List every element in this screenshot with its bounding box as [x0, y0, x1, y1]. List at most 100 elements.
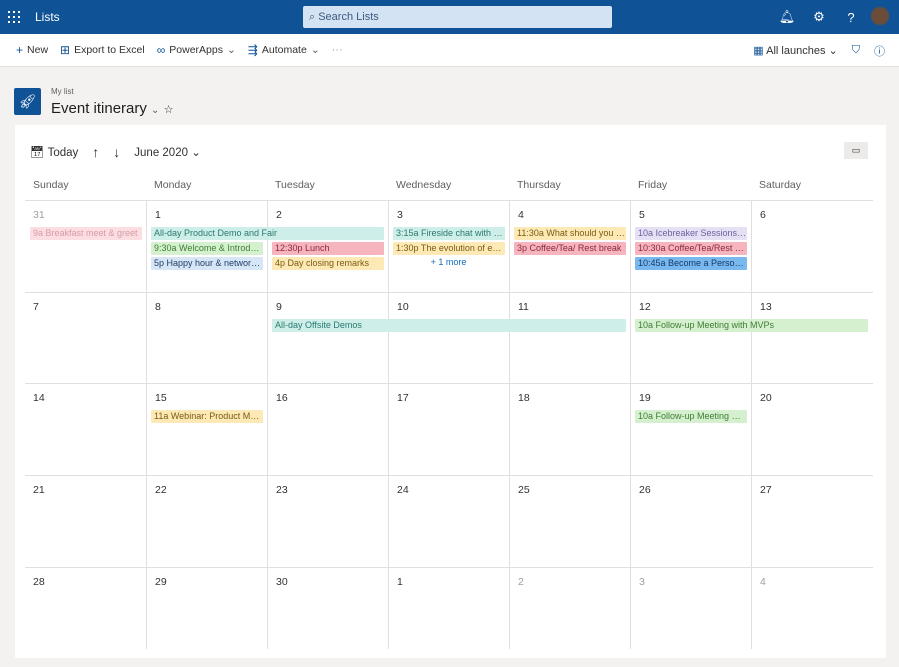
calendar-week-row: 21 22 23 24 25 26 27: [25, 475, 873, 567]
calendar-day-cell[interactable]: 1: [388, 568, 509, 649]
calendar-event[interactable]: 10:45a Become a Person of...: [635, 257, 747, 270]
calendar-card: 📅︎ Today ↑ ↓ June 2020 ⌄ ▭ Sunday Monday T…: [15, 125, 886, 658]
command-icon: ∞: [156, 43, 166, 57]
app-name[interactable]: Lists: [35, 10, 60, 24]
calendar-event[interactable]: 9:30a Welcome & Introducti...: [151, 242, 263, 255]
app-launcher-icon[interactable]: [8, 11, 20, 23]
calendar-event[interactable]: 5p Happy hour & networking: [151, 257, 263, 270]
more-commands-button[interactable]: ···: [332, 44, 343, 56]
calendar-event[interactable]: 3:15a Fireside chat with Jason: [393, 227, 505, 240]
calendar-day-cell[interactable]: 19: [630, 384, 751, 475]
day-number: 18: [518, 392, 530, 404]
search-input[interactable]: ⌕ Search Lists: [303, 6, 612, 28]
calendar-day-cell[interactable]: 28: [25, 568, 146, 649]
weekday-header: Tuesday: [275, 179, 315, 191]
calendar-day-cell[interactable]: 12: [630, 293, 751, 383]
calendar-day-cell[interactable]: 7: [25, 293, 146, 383]
day-number: 15: [155, 392, 167, 404]
page-title[interactable]: Event itinerary ⌄ ☆: [51, 100, 173, 117]
info-icon[interactable]: ⓘ: [874, 43, 885, 59]
day-number: 25: [518, 484, 530, 496]
day-number: 6: [760, 209, 766, 221]
next-month-arrow-icon[interactable]: ↓: [113, 144, 120, 160]
calendar-event[interactable]: 10:30a Coffee/Tea/Rest break: [635, 242, 747, 255]
avatar[interactable]: [871, 6, 889, 25]
day-number: 27: [760, 484, 772, 496]
calendar-day-cell[interactable]: 23: [267, 476, 388, 567]
calendar-day-cell[interactable]: 4: [751, 568, 872, 649]
calendar-day-cell[interactable]: 10: [388, 293, 509, 383]
day-number: 21: [33, 484, 45, 496]
calendar-day-cell[interactable]: 15: [146, 384, 267, 475]
calendar-day-cell[interactable]: 21: [25, 476, 146, 567]
weekday-header: Wednesday: [396, 179, 452, 191]
calendar-day-cell[interactable]: 9: [267, 293, 388, 383]
gear-icon[interactable]: ⚙: [803, 9, 835, 25]
day-number: 24: [397, 484, 409, 496]
day-number: 2: [276, 209, 282, 221]
calendar-day-cell[interactable]: 18: [509, 384, 630, 475]
calendar-view-toggle-icon[interactable]: ▭: [844, 142, 868, 159]
day-number: 29: [155, 576, 167, 588]
calendar-event[interactable]: 9a Breakfast meet & greet: [30, 227, 142, 240]
calendar-event[interactable]: 10a Follow-up Meeting with MVPs: [635, 319, 868, 332]
day-number: 8: [155, 301, 161, 313]
calendar-day-cell[interactable]: 25: [509, 476, 630, 567]
calendar-day-cell[interactable]: 6: [751, 201, 872, 292]
calendar-event[interactable]: 4p Day closing remarks: [272, 257, 384, 270]
calendar-day-cell[interactable]: 29: [146, 568, 267, 649]
day-number: 9: [276, 301, 282, 313]
calendar-day-cell[interactable]: 31: [25, 201, 146, 292]
calendar-event[interactable]: All-day Product Demo and Fair: [151, 227, 384, 240]
calendar-day-cell[interactable]: 22: [146, 476, 267, 567]
command-export-to-excel[interactable]: ⊞ Export to Excel: [60, 43, 145, 57]
calendar-day-cell[interactable]: 13: [751, 293, 872, 383]
calendar-event[interactable]: 10a Icebreaker Sessions 1 - 4: [635, 227, 747, 240]
search-icon: ⌕: [309, 11, 319, 23]
command-automate[interactable]: ⇶ Automate ⌄: [248, 43, 320, 57]
weekday-header: Monday: [154, 179, 192, 191]
calendar-event[interactable]: 10a Follow-up Meeting with...: [635, 410, 747, 423]
weekday-header: Saturday: [759, 179, 802, 191]
calendar-day-cell[interactable]: 20: [751, 384, 872, 475]
calendar-event[interactable]: 11:30a What should you bui...: [514, 227, 626, 240]
today-button[interactable]: 📅︎ Today: [30, 145, 78, 159]
day-number: 31: [33, 209, 45, 221]
all-launches-view-button[interactable]: ▦ All launches ⌄: [753, 44, 837, 57]
calendar-day-cell[interactable]: 30: [267, 568, 388, 649]
chevron-down-icon[interactable]: ⌄: [311, 44, 320, 56]
top-bar: Lists ⌕ Search Lists 🔔︎ ⚙ ?: [0, 0, 899, 34]
command-icon: ⇶: [247, 43, 258, 57]
chevron-down-icon[interactable]: ⌄: [151, 105, 159, 116]
chevron-down-icon[interactable]: ⌄: [227, 44, 236, 56]
calendar-day-cell[interactable]: 24: [388, 476, 509, 567]
breadcrumb[interactable]: My list: [51, 87, 74, 96]
calendar-day-cell[interactable]: 2: [509, 568, 630, 649]
calendar-event[interactable]: 3p Coffee/Tea/ Rest break: [514, 242, 626, 255]
help-icon[interactable]: ?: [835, 10, 867, 25]
day-number: 14: [33, 392, 45, 404]
month-picker[interactable]: June 2020 ⌄: [134, 145, 201, 159]
favorite-star-icon[interactable]: ☆: [164, 104, 174, 116]
calendar-day-cell[interactable]: 8: [146, 293, 267, 383]
calendar-event[interactable]: All-day Offsite Demos: [272, 319, 626, 332]
previous-month-arrow-icon[interactable]: ↑: [92, 144, 99, 160]
command-new[interactable]: + New: [16, 43, 48, 57]
calendar-day-cell[interactable]: 27: [751, 476, 872, 567]
calendar-event[interactable]: 11a Webinar: Product Mana...: [151, 410, 263, 423]
bell-icon[interactable]: 🔔︎: [771, 9, 803, 25]
calendar-day-cell[interactable]: 3: [630, 568, 751, 649]
calendar-week-row: 7 8 9 10 11 12 13 All-day Offsite Demos 10a Foll…: [25, 292, 873, 383]
day-number: 3: [397, 209, 403, 221]
calendar-event[interactable]: 12:30p Lunch: [272, 242, 384, 255]
calendar-day-cell[interactable]: 26: [630, 476, 751, 567]
command-powerapps[interactable]: ∞ PowerApps ⌄: [157, 43, 236, 57]
calendar-day-cell[interactable]: 11: [509, 293, 630, 383]
calendar-day-cell[interactable]: 14: [25, 384, 146, 475]
calendar-event[interactable]: 1:30p The evolution of emoj...: [393, 242, 505, 255]
calendar-day-cell[interactable]: 16: [267, 384, 388, 475]
filter-icon[interactable]: ⛉: [852, 44, 860, 57]
calendar-day-cell[interactable]: 17: [388, 384, 509, 475]
more-events-link[interactable]: + 1 more: [391, 257, 506, 267]
day-number: 11: [518, 301, 529, 313]
